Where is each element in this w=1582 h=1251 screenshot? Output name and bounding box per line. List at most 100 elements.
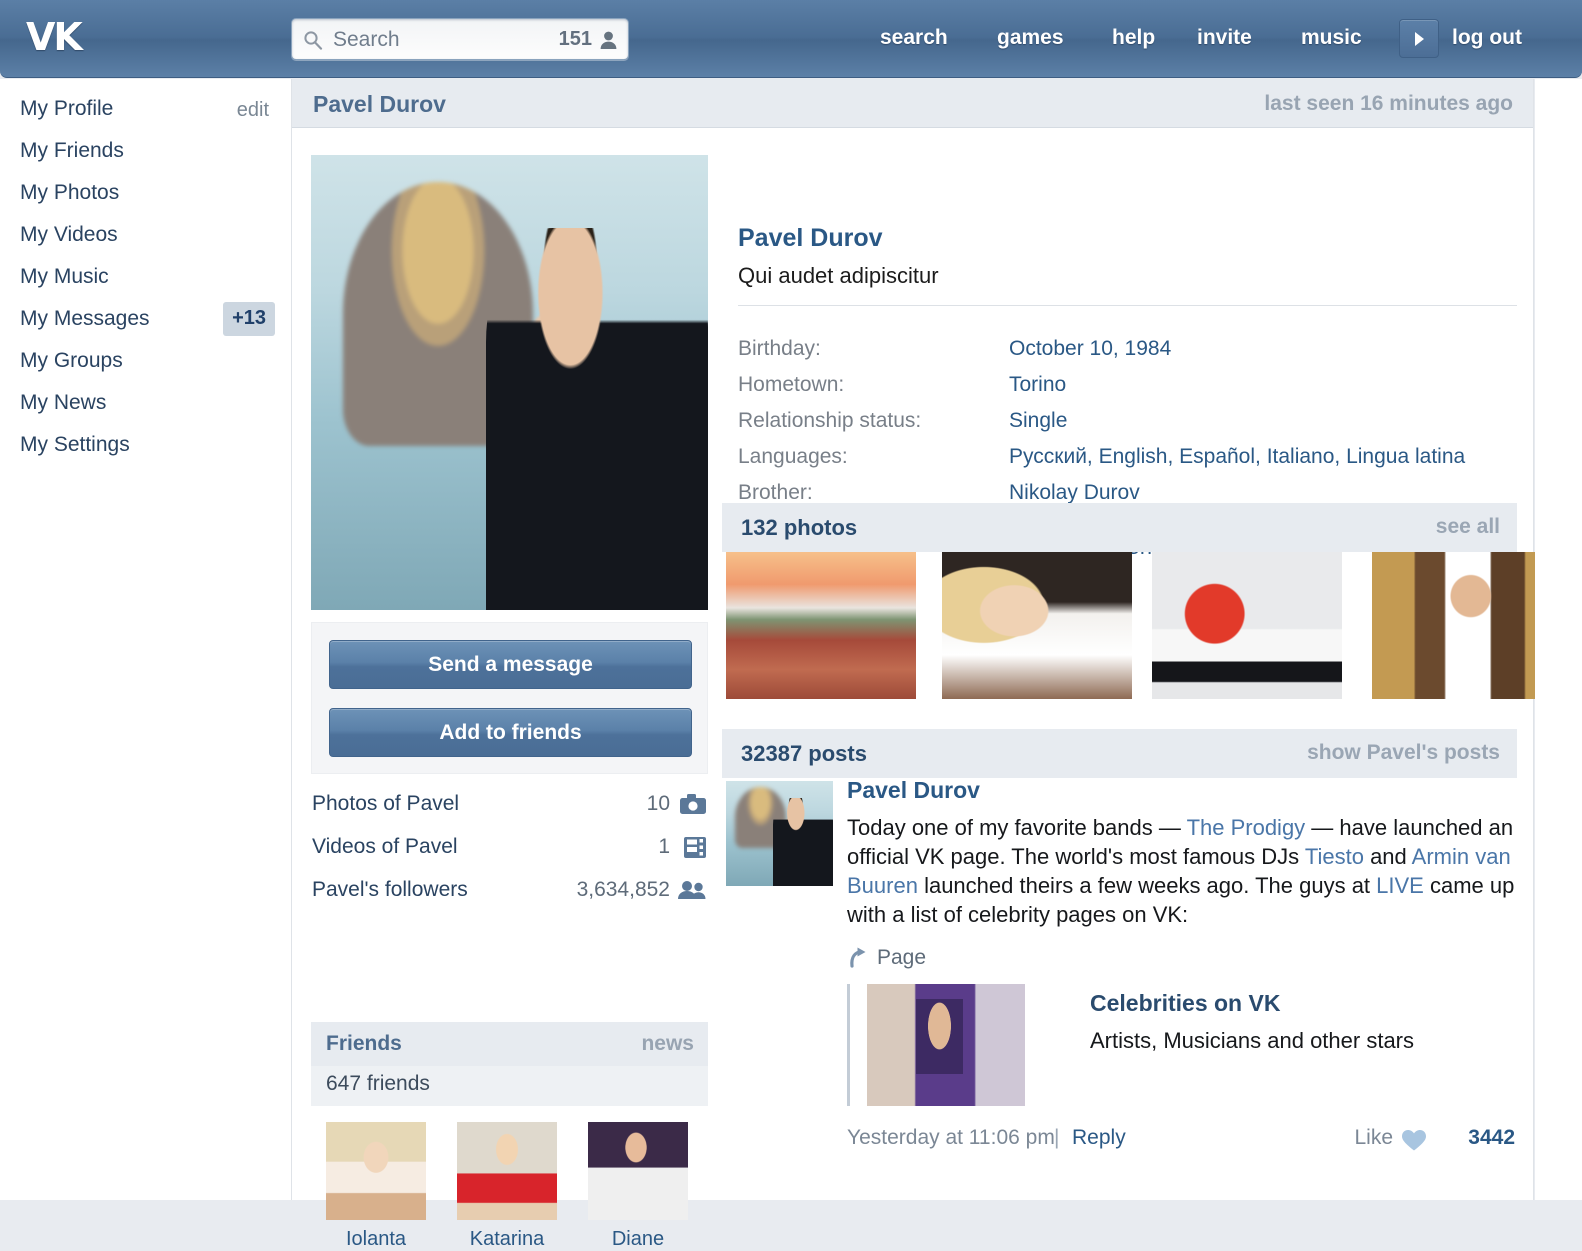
search-input[interactable]: Search [333, 28, 400, 52]
reply-link[interactable]: Reply [1072, 1126, 1126, 1150]
sidebar-item-my-profile[interactable]: My Profile [20, 97, 113, 125]
friend-item-katarina[interactable]: Katarina [457, 1122, 557, 1251]
photos-count-title: 132 photos [741, 515, 857, 541]
friend-avatar [588, 1122, 688, 1220]
post-inline-link-3[interactable]: Tiesto [1305, 844, 1364, 869]
vk-logo[interactable]: VK [26, 14, 98, 60]
nav-link-help[interactable]: help [1112, 26, 1155, 50]
friends-count: 647 friends [311, 1066, 708, 1106]
friend-avatar [326, 1122, 426, 1220]
info-label: Relationship status: [738, 409, 921, 433]
nav-link-invite[interactable]: invite [1197, 26, 1252, 50]
friend-name[interactable]: Diane [588, 1228, 688, 1251]
info-label: Brother: [738, 481, 813, 505]
sidebar-item-my-groups[interactable]: My Groups [20, 349, 123, 377]
post-timestamp: Yesterday at 11:06 pm [847, 1126, 1055, 1150]
post-attachment: Celebrities on VK Artists, Musicians and… [847, 984, 1515, 1106]
posts-section-header: 32387 posts show Pavel's posts [722, 729, 1517, 778]
photo-thumb-2[interactable] [942, 552, 1132, 699]
photo-thumb-1[interactable] [726, 552, 916, 699]
nav-link-search[interactable]: search [880, 26, 948, 50]
friend-item-diane[interactable]: Diane [588, 1122, 688, 1251]
last-seen-status: last seen 16 minutes ago [1264, 92, 1513, 116]
info-value[interactable]: Single [1009, 409, 1067, 433]
friend-avatar [457, 1122, 557, 1220]
sidebar-item-my-photos[interactable]: My Photos [20, 181, 119, 209]
friend-name[interactable]: Iolanta [326, 1228, 426, 1251]
share-arrow-icon [847, 950, 869, 973]
like-count: 3442 [1468, 1126, 1515, 1150]
sidebar-item-my-videos[interactable]: My Videos [20, 223, 118, 251]
friend-name[interactable]: Katarina [457, 1228, 557, 1251]
chevron-right-icon [1412, 30, 1428, 48]
friends-section-header: Friends news [311, 1022, 708, 1066]
attachment-subtitle: Artists, Musicians and other stars [1090, 1028, 1414, 1054]
post-author-avatar[interactable] [726, 781, 833, 886]
page-body: My Profile edit My Friends My Photos My … [0, 79, 1582, 1200]
info-value[interactable]: October 10, 1984 [1009, 337, 1171, 361]
heart-icon[interactable] [1401, 1129, 1427, 1157]
friends-news-link[interactable]: news [641, 1032, 694, 1056]
sidebar-item-my-friends[interactable]: My Friends [20, 139, 124, 167]
stat-videos-of-pavel[interactable]: Videos of Pavel 1 [312, 835, 708, 879]
attachment-title[interactable]: Celebrities on VK [1090, 990, 1280, 1017]
post-inline-link-1[interactable]: The Prodigy [1187, 815, 1306, 840]
right-gutter [1535, 79, 1582, 1200]
post-author-name[interactable]: Pavel Durov [847, 777, 980, 804]
more-menu-arrow-button[interactable] [1399, 19, 1439, 58]
show-pavels-posts-link[interactable]: show Pavel's posts [1307, 741, 1500, 765]
people-icon [678, 880, 706, 906]
photo-thumb-3[interactable] [1152, 552, 1342, 699]
person-icon [599, 30, 618, 50]
post-text-run-6: launched theirs a few weeks ago. The guy… [918, 873, 1376, 898]
search-box[interactable]: Search 151 [291, 18, 629, 60]
stat-label: Videos of Pavel [312, 835, 458, 858]
nav-link-music[interactable]: music [1301, 26, 1362, 50]
attachment-thumbnail[interactable] [867, 984, 1025, 1106]
profile-avatar[interactable] [311, 155, 708, 610]
info-value[interactable]: Русский, English, Español, Italiano, Lin… [1009, 445, 1465, 469]
avatar-image [311, 155, 708, 610]
sidebar-edit-link[interactable]: edit [237, 99, 269, 122]
sidebar: My Profile edit My Friends My Photos My … [0, 79, 291, 1200]
post-attachment-type: Page [847, 946, 869, 974]
info-value[interactable]: Torino [1009, 373, 1066, 397]
stat-photos-of-pavel[interactable]: Photos of Pavel 10 [312, 792, 708, 836]
nav-link-games[interactable]: games [997, 26, 1064, 50]
main-content: Pavel Durov last seen 16 minutes ago Sen… [291, 79, 1534, 1200]
send-message-button[interactable]: Send a message [329, 640, 692, 689]
stat-value: 10 [647, 792, 670, 816]
info-value[interactable]: Nikolay Durov [1009, 481, 1140, 505]
attachment-type-label: Page [877, 946, 926, 970]
sidebar-item-my-music[interactable]: My Music [20, 265, 109, 293]
profile-name[interactable]: Pavel Durov [738, 224, 883, 253]
stat-pavel-followers[interactable]: Pavel's followers 3,634,852 [312, 878, 708, 922]
post-inline-link-7[interactable]: LIVE [1376, 873, 1424, 898]
like-label[interactable]: Like [1354, 1126, 1393, 1150]
stat-value: 3,634,852 [577, 878, 670, 902]
profile-action-buttons: Send a message Add to friends [311, 622, 708, 774]
friends-title: Friends [326, 1032, 402, 1056]
photos-section-header: 132 photos see all [722, 503, 1517, 552]
photo-thumb-4[interactable] [1372, 552, 1562, 699]
sidebar-item-my-news[interactable]: My News [20, 391, 106, 419]
posts-count-title: 32387 posts [741, 741, 867, 767]
add-to-friends-button[interactable]: Add to friends [329, 708, 692, 757]
info-label: Birthday: [738, 337, 821, 361]
search-friend-count: 151 [559, 28, 592, 51]
sidebar-item-my-messages[interactable]: My Messages [20, 307, 150, 335]
info-label: Languages: [738, 445, 848, 469]
search-icon [303, 30, 323, 50]
post-footer: Yesterday at 11:06 pm | Reply Like 3442 [847, 1126, 1515, 1156]
svg-text:VK: VK [26, 15, 84, 58]
friend-item-iolanta[interactable]: Iolanta [326, 1122, 426, 1251]
page-title: Pavel Durov [313, 91, 446, 118]
stat-label: Photos of Pavel [312, 792, 459, 815]
nav-link-logout[interactable]: log out [1452, 26, 1522, 50]
stat-value: 1 [658, 835, 670, 859]
top-navigation-bar: VK Search 151 search games help invite m… [0, 0, 1582, 78]
camera-icon [680, 794, 706, 820]
sidebar-item-my-settings[interactable]: My Settings [20, 433, 130, 461]
photos-see-all-link[interactable]: see all [1436, 515, 1500, 539]
photo-thumbnail-strip [722, 552, 1517, 699]
